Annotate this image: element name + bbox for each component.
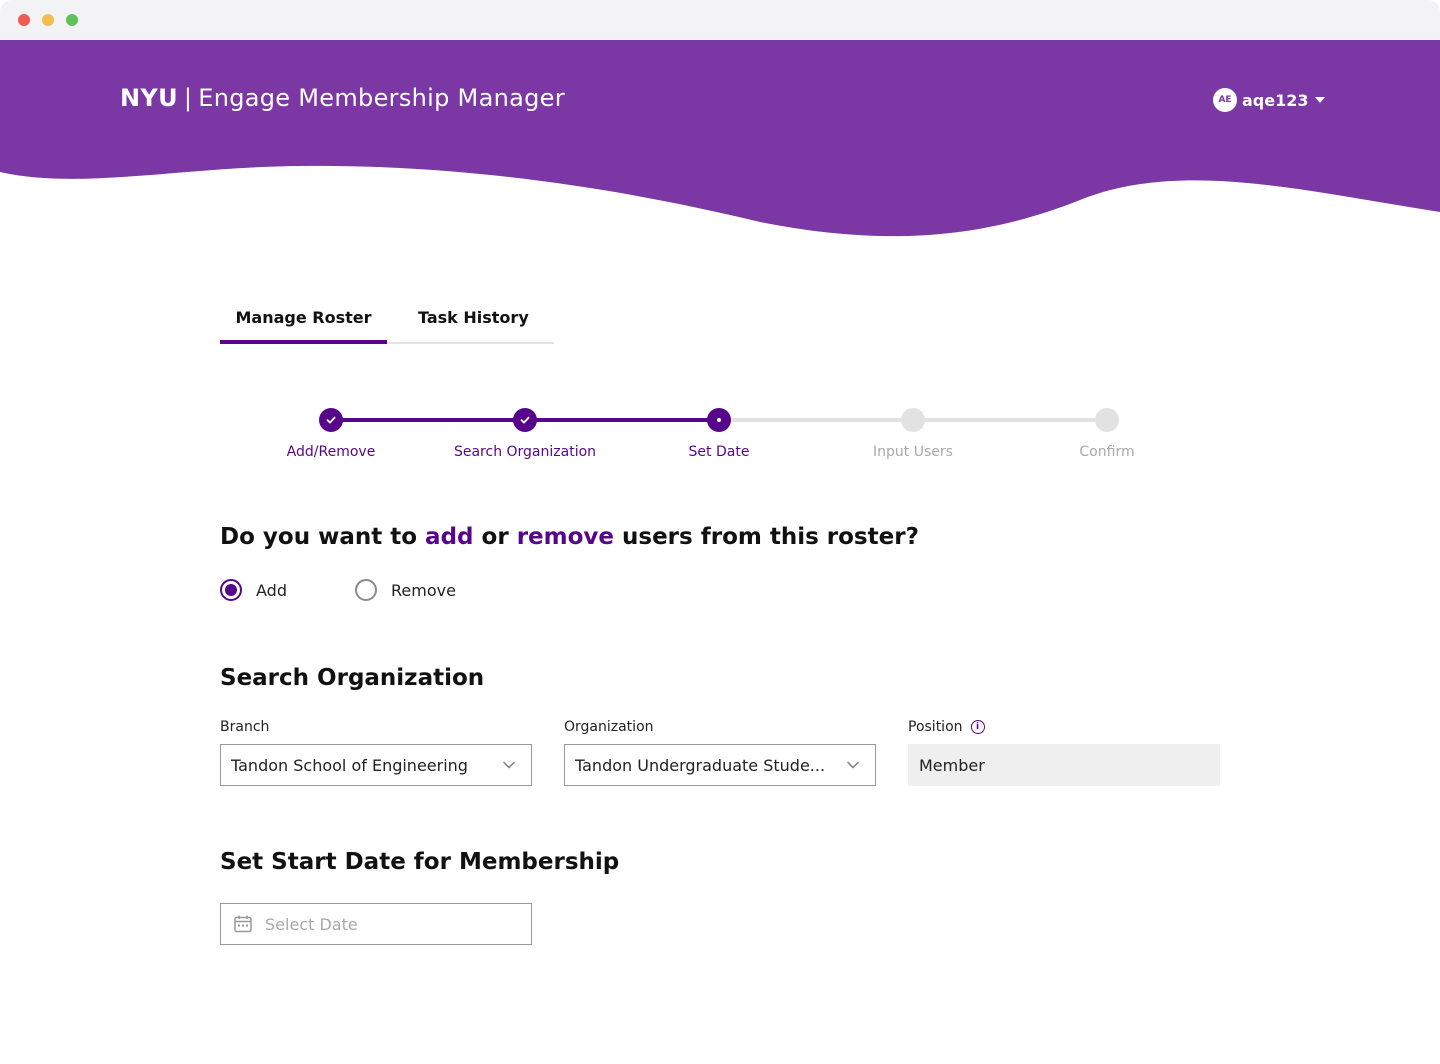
progress-stepper: Add/Remove Search Organization Set Date … <box>230 400 1210 480</box>
maximize-window-button[interactable] <box>66 14 78 26</box>
organization-label: Organization <box>564 719 654 735</box>
step-label-confirm: Confirm <box>1079 444 1135 460</box>
step-label-set-date: Set Date <box>688 444 750 460</box>
user-menu[interactable]: AE aqe123 <box>1213 88 1325 112</box>
question-or-word: or <box>481 524 509 550</box>
stepper-connector <box>525 418 719 422</box>
branch-label-text: Branch <box>220 719 270 735</box>
tab-bar: Manage Roster Task History <box>220 290 554 344</box>
step-label-input-users: Input Users <box>873 444 953 460</box>
organization-selected-value: Tandon Undergraduate Stude... <box>575 755 826 775</box>
minimize-window-button[interactable] <box>42 14 54 26</box>
close-window-button[interactable] <box>18 14 30 26</box>
header-wave-background <box>0 40 1440 237</box>
search-organization-heading: Search Organization <box>220 665 485 691</box>
stepper-connector <box>331 418 525 422</box>
step-input-users-node <box>901 408 925 432</box>
step-label-add-remove: Add/Remove <box>286 444 376 460</box>
app-window: NYU | Engage Membership Manager AE aqe123 … <box>0 0 1440 1064</box>
position-label-text: Position <box>908 719 963 735</box>
remove-radio-label: Remove <box>391 580 456 600</box>
app-brand: NYU | Engage Membership Manager <box>120 84 565 112</box>
start-date-input[interactable]: Select Date <box>220 903 532 945</box>
chevron-down-icon <box>847 761 859 769</box>
check-icon <box>326 416 336 424</box>
add-remove-question: Do you want to add or remove users from … <box>220 524 919 550</box>
organization-select[interactable]: Tandon Undergraduate Stude... <box>564 744 876 786</box>
window-titlebar <box>0 0 1440 40</box>
calendar-icon <box>234 915 252 933</box>
add-radio-button[interactable] <box>220 579 242 601</box>
app-header: NYU | Engage Membership Manager AE aqe123 <box>0 40 1440 250</box>
question-prefix: Do you want to <box>220 524 418 550</box>
info-icon[interactable]: i <box>970 720 985 734</box>
date-placeholder: Select Date <box>265 914 358 934</box>
brand-separator: | <box>183 84 193 112</box>
organization-label-text: Organization <box>564 719 654 735</box>
branch-select[interactable]: Tandon School of Engineering <box>220 744 532 786</box>
avatar: AE <box>1213 88 1237 112</box>
step-set-date-node <box>707 408 731 432</box>
start-date-heading: Set Start Date for Membership <box>220 849 620 875</box>
position-label: Position i <box>908 719 985 735</box>
caret-down-icon <box>1314 97 1325 103</box>
chevron-down-icon <box>503 761 515 769</box>
check-icon <box>520 416 530 424</box>
active-tab-indicator <box>220 340 387 344</box>
branch-label: Branch <box>220 719 269 735</box>
current-step-dot-icon <box>717 418 721 422</box>
step-add-remove-node <box>319 408 343 432</box>
branch-selected-value: Tandon School of Engineering <box>231 755 468 775</box>
question-suffix: users from this roster? <box>622 524 919 550</box>
step-confirm-node <box>1095 408 1119 432</box>
add-radio-option[interactable]: Add <box>220 579 287 601</box>
position-value: Member <box>919 755 985 775</box>
tab-task-history[interactable]: Task History <box>387 290 554 344</box>
remove-radio-option[interactable]: Remove <box>355 579 456 601</box>
stepper-connector <box>719 418 913 422</box>
step-label-search-organization: Search Organization <box>453 444 597 460</box>
remove-radio-button[interactable] <box>355 579 377 601</box>
position-field: Member <box>908 744 1220 786</box>
add-radio-label: Add <box>256 580 287 600</box>
step-search-organization-node <box>513 408 537 432</box>
app-title: Engage Membership Manager <box>198 84 565 112</box>
question-add-word: add <box>425 524 474 550</box>
tab-manage-roster[interactable]: Manage Roster <box>220 290 387 344</box>
question-remove-word: remove <box>516 524 614 550</box>
username: aqe123 <box>1242 90 1309 110</box>
stepper-connector <box>913 418 1107 422</box>
brand-logo-text: NYU <box>120 84 178 112</box>
